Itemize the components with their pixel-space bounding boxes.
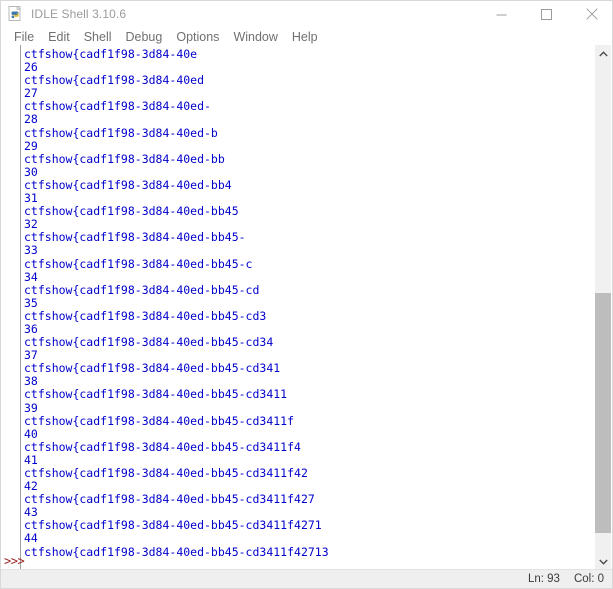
shell-counter-line: 28: [24, 112, 38, 127]
menu-bar: File Edit Shell Debug Options Window Hel…: [1, 27, 612, 46]
scrollbar-track[interactable]: [595, 62, 611, 553]
chevron-down-icon: [598, 559, 608, 565]
shell-flag-line: ctfshow{cadf1f98-3d84-40ed-bb: [24, 151, 225, 166]
shell-flag-line: ctfshow{cadf1f98-3d84-40ed-bb45-cd34: [24, 335, 274, 350]
python-idle-icon: [8, 5, 24, 22]
shell-flag-line: ctfshow{cadf1f98-3d84-40ed-bb45-: [24, 230, 246, 245]
close-button[interactable]: [569, 1, 612, 27]
window-title: IDLE Shell 3.10.6: [31, 7, 127, 21]
menu-item-window[interactable]: Window: [226, 29, 284, 45]
shell-counter-line: 33: [24, 243, 38, 258]
menu-item-options[interactable]: Options: [169, 29, 226, 45]
scrollbar-thumb[interactable]: [595, 292, 611, 534]
shell-flag-line: ctfshow{cadf1f98-3d84-40ed-bb45-c: [24, 256, 253, 271]
shell-flag-line: ctfshow{cadf1f98-3d84-40ed-: [24, 99, 211, 114]
menu-item-debug[interactable]: Debug: [119, 29, 170, 45]
status-bar: Ln: 93 Col: 0: [1, 569, 612, 588]
menu-item-help[interactable]: Help: [285, 29, 325, 45]
shell-counter-line: 35: [24, 295, 38, 310]
shell-flag-line: ctfshow{cadf1f98-3d84-40ed-bb45-cd3411f4…: [24, 518, 322, 533]
shell-flag-line: ctfshow{cadf1f98-3d84-40ed-bb45-cd: [24, 282, 260, 297]
minimize-icon: [496, 14, 507, 15]
shell-counter-line: 44: [24, 531, 38, 546]
shell-flag-line: ctfshow{cadf1f98-3d84-40ed-bb45-cd3411f: [24, 413, 295, 428]
shell-output-pane[interactable]: ctfshow{cadf1f98-3d84-40e 26 ctfshow{cadf1…: [20, 45, 595, 570]
minimize-button[interactable]: [479, 1, 524, 27]
chevron-up-icon: [598, 50, 608, 56]
maximize-icon: [541, 8, 552, 20]
status-line-number: Ln: 93: [527, 573, 560, 585]
shell-flag-line: ctfshow{cadf1f98-3d84-40ed-bb45-cd3411: [24, 387, 288, 402]
scroll-up-button[interactable]: [595, 45, 611, 62]
scroll-down-button[interactable]: [595, 553, 611, 570]
vertical-scrollbar[interactable]: [594, 45, 611, 570]
shell-flag-line: ctfshow{cadf1f98-3d84-40ed-bb45-cd3: [24, 308, 267, 323]
shell-counter-line: 30: [24, 164, 38, 179]
shell-flag-line: ctfshow{cadf1f98-3d84-40ed-b: [24, 125, 218, 140]
menu-item-file[interactable]: File: [7, 29, 41, 45]
shell-flag-line: ctfshow{cadf1f98-3d84-40e: [24, 47, 198, 61]
shell-prompt: >>>: [4, 554, 25, 568]
status-column-number: Col: 0: [573, 573, 604, 585]
shell-counter-line: 29: [24, 138, 38, 153]
shell-flag-line: ctfshow{cadf1f98-3d84-40ed-bb45-cd3411f4: [24, 439, 301, 454]
shell-counter-line: 40: [24, 426, 38, 441]
maximize-button[interactable]: [524, 1, 569, 27]
shell-flag-line: ctfshow{cadf1f98-3d84-40ed-bb45-cd3411f4…: [24, 492, 315, 507]
menu-item-shell[interactable]: Shell: [77, 29, 119, 45]
title-bar: IDLE Shell 3.10.6: [1, 1, 612, 27]
shell-flag-line: ctfshow{cadf1f98-3d84-40ed-bb45: [24, 204, 239, 219]
shell-flag-line: ctfshow{cadf1f98-3d84-40ed-bb4: [24, 177, 232, 192]
shell-flag-line: ctfshow{cadf1f98-3d84-40ed-bb45-cd3411f4…: [24, 544, 329, 559]
menu-item-edit[interactable]: Edit: [41, 29, 77, 45]
close-icon: [585, 8, 598, 20]
shell-output-text[interactable]: ctfshow{cadf1f98-3d84-40e 26 ctfshow{cadf1…: [21, 45, 594, 570]
shell-flag-line: ctfshow{cadf1f98-3d84-40ed-bb45-cd3411f4…: [24, 466, 308, 480]
idle-shell-window: IDLE Shell 3.10.6 File Edit Shell Debug …: [0, 0, 613, 589]
shell-flag-line: ctfshow{cadf1f98-3d84-40ed: [24, 73, 205, 88]
shell-flag-line: ctfshow{cadf1f98-3d84-40ed-bb45-cd341: [24, 361, 281, 376]
shell-counter-line: 39: [24, 400, 38, 415]
shell-counter-line: 34: [24, 269, 38, 284]
